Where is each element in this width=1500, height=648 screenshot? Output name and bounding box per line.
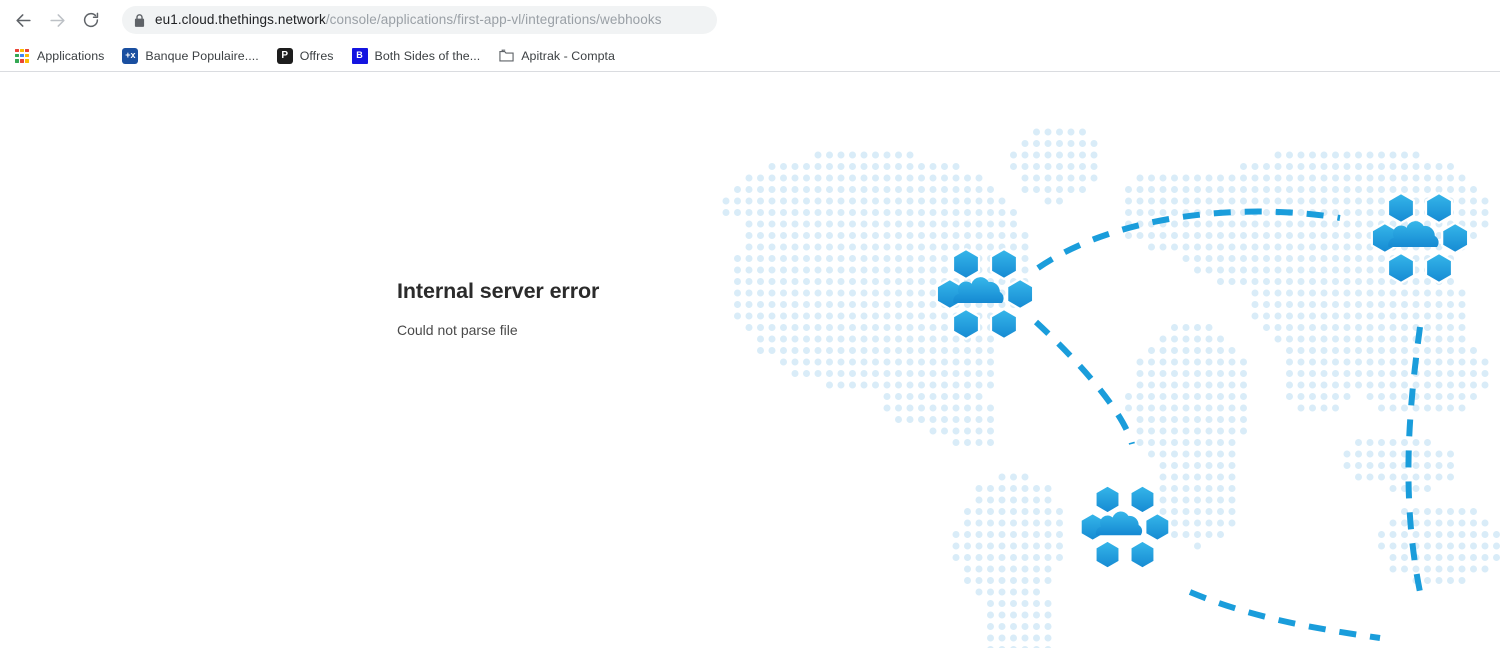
bookmark-apitrak-compta[interactable]: Apitrak - Compta <box>490 44 623 68</box>
page-content: Internal server error Could not parse fi… <box>0 72 1500 648</box>
apps-grid-icon <box>14 48 30 64</box>
page-title: Internal server error <box>397 279 600 303</box>
address-bar[interactable]: eu1.cloud.thethings.network/console/appl… <box>122 6 717 34</box>
reload-icon <box>82 11 100 29</box>
cloud-node-cluster <box>935 247 1035 341</box>
cloud-node-cluster <box>1370 191 1470 285</box>
map-connection-links <box>1033 208 1423 641</box>
url-text: eu1.cloud.thethings.network/console/appl… <box>155 6 662 34</box>
bookmark-banque-populaire[interactable]: +x Banque Populaire.... <box>114 44 266 68</box>
lock-icon <box>134 13 145 27</box>
error-block: Internal server error Could not parse fi… <box>397 279 817 340</box>
error-detail-message: Could not parse file <box>397 321 518 338</box>
bookmark-both-sides[interactable]: B Both Sides of the... <box>344 44 489 68</box>
bookmark-label: Apitrak - Compta <box>521 48 615 63</box>
banque-populaire-favicon: +x <box>122 47 139 64</box>
forward-button[interactable] <box>42 5 72 35</box>
bookmark-applications[interactable]: Applications <box>6 44 112 68</box>
browser-chrome: eu1.cloud.thethings.network/console/appl… <box>0 0 1500 72</box>
url-path: /console/applications/first-app-vl/integ… <box>325 12 662 27</box>
bookmarks-bar: Applications +x Banque Populaire.... P O… <box>0 40 1500 72</box>
world-map-svg <box>722 128 1500 648</box>
dotted-world-map-illustration <box>720 72 1500 648</box>
offres-favicon: P <box>276 47 293 64</box>
map-cloud-nodes <box>935 191 1470 570</box>
bookmark-label: Offres <box>299 48 334 63</box>
bookmark-label: Applications <box>37 48 105 63</box>
browser-toolbar: eu1.cloud.thethings.network/console/appl… <box>0 0 1500 40</box>
arrow-left-icon <box>14 11 33 30</box>
reload-button[interactable] <box>76 5 106 35</box>
bookmark-offres[interactable]: P Offres <box>269 44 342 68</box>
bookmark-label: Both Sides of the... <box>374 48 481 63</box>
cloud-node-cluster <box>1079 484 1171 570</box>
bookmark-label: Banque Populaire.... <box>145 48 259 63</box>
back-button[interactable] <box>8 5 38 35</box>
arrow-right-icon <box>48 11 67 30</box>
both-sides-favicon: B <box>351 47 368 64</box>
map-dot-grid <box>722 128 1500 648</box>
folder-icon <box>498 48 514 64</box>
url-host: eu1.cloud.thethings.network <box>155 12 326 27</box>
